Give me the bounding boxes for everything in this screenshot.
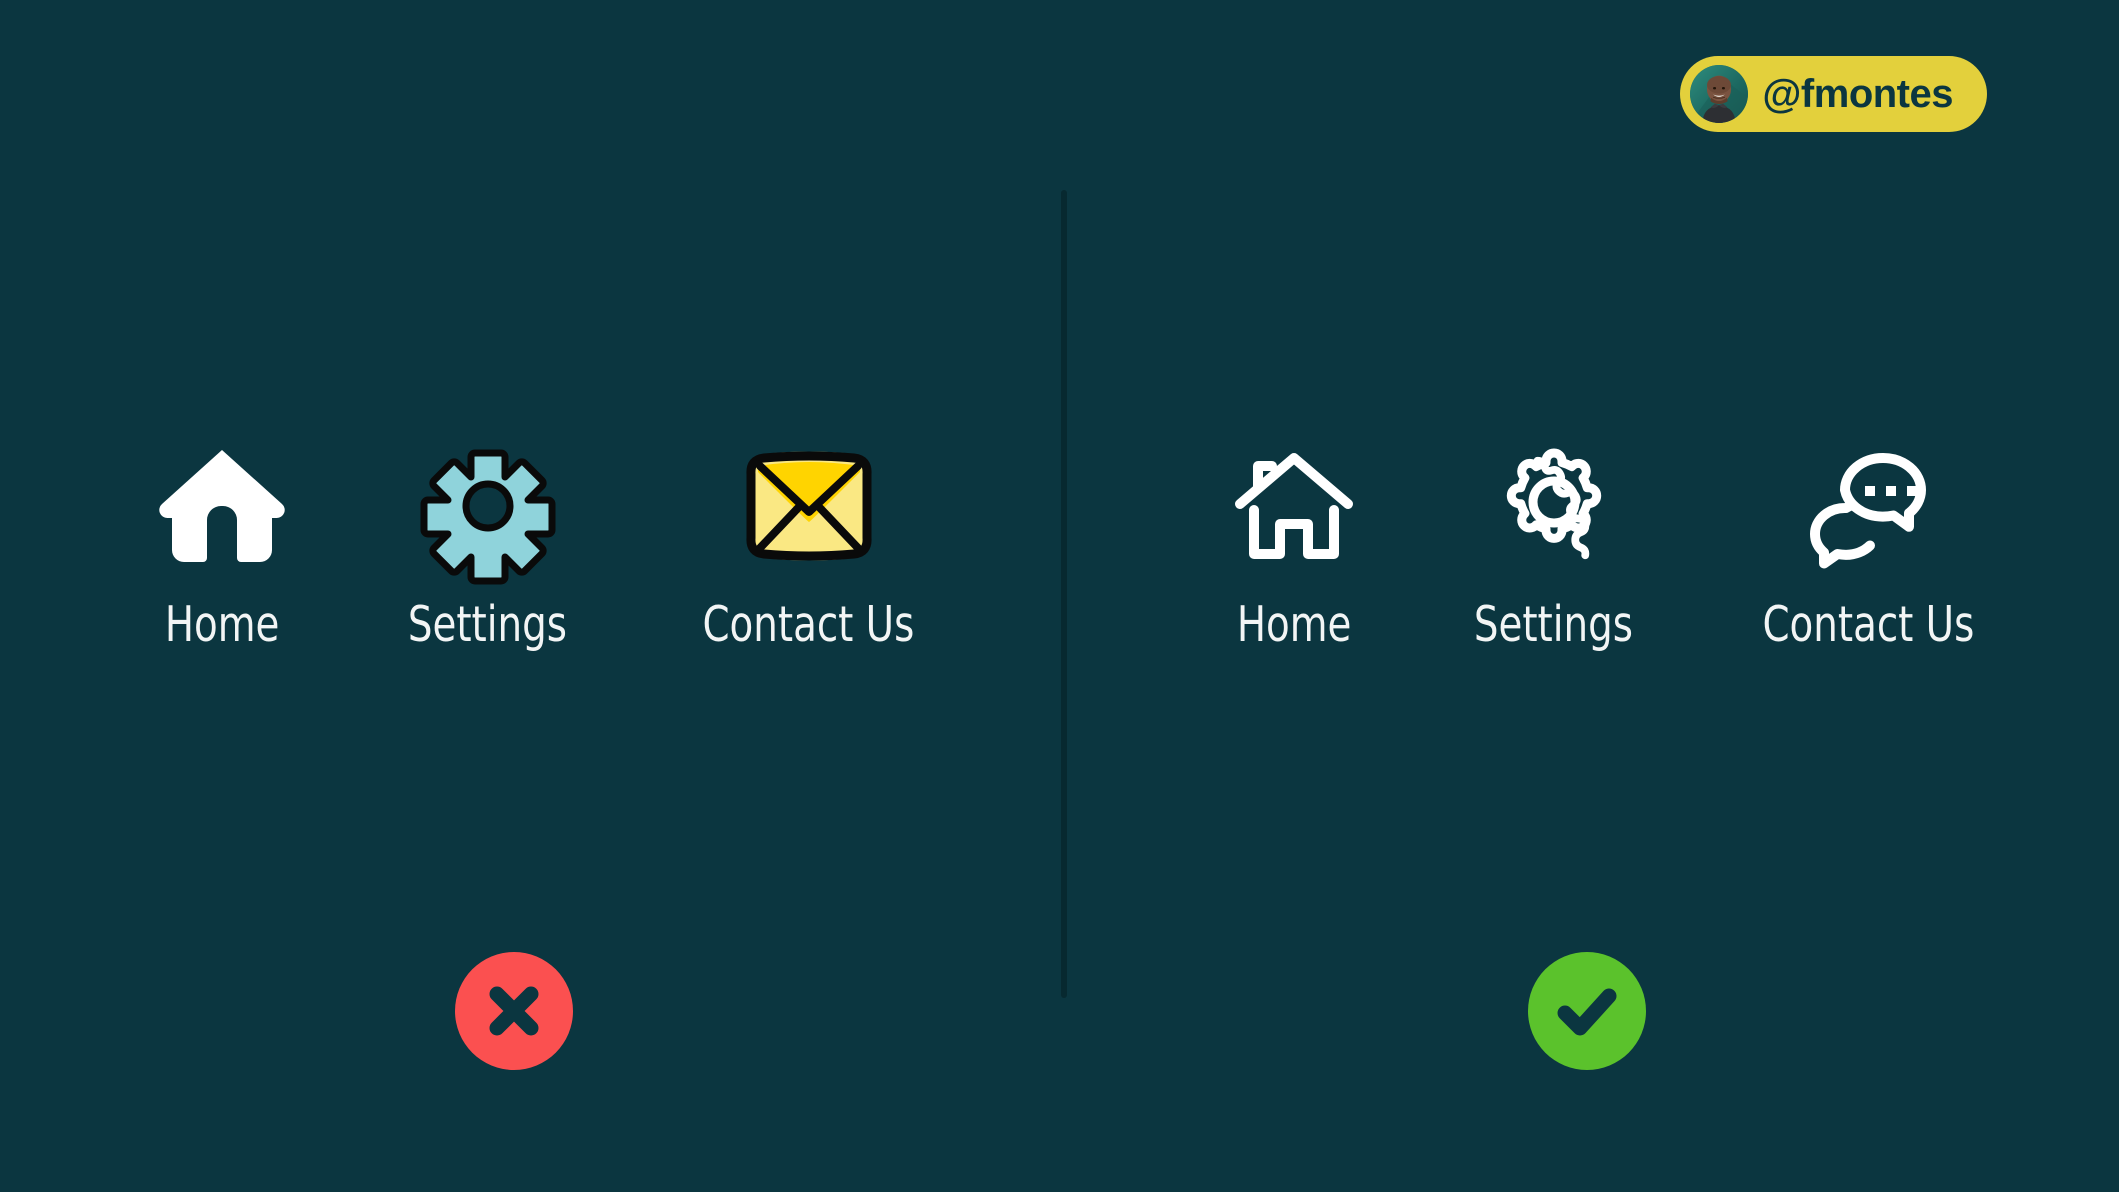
status-badge-correct — [1528, 952, 1646, 1070]
home-filled-icon — [157, 440, 287, 572]
gear-outline-icon — [1495, 440, 1613, 572]
gear-sticker-icon — [420, 440, 556, 585]
home-outline-icon — [1235, 440, 1354, 572]
nav-label-contact-left: Contact Us — [702, 596, 915, 653]
nav-item-contact-left[interactable]: Contact Us — [688, 440, 929, 649]
cross-icon — [489, 986, 539, 1036]
nav-label-home-left: Home — [164, 596, 280, 653]
nav-item-home-right[interactable]: Home — [1229, 440, 1359, 649]
nav-item-settings-left[interactable]: Settings — [397, 440, 578, 649]
panel-consistent-icons: Home Settings Contact Us — [1059, 0, 2119, 1192]
nav-icon-row-right: Home Settings Contact Us — [1059, 440, 2119, 649]
status-badge-incorrect — [455, 952, 573, 1070]
panel-inconsistent-icons: Home Settings Contact Us — [0, 0, 1060, 1192]
check-icon — [1557, 988, 1617, 1036]
nav-icon-row-left: Home Settings Contact Us — [0, 440, 1060, 649]
nav-label-settings-right: Settings — [1474, 596, 1634, 653]
nav-item-settings-right[interactable]: Settings — [1463, 440, 1644, 649]
envelope-sticker-icon — [746, 440, 872, 572]
chat-bubbles-icon — [1805, 440, 1933, 572]
nav-label-home-right: Home — [1236, 596, 1352, 653]
nav-label-settings-left: Settings — [408, 596, 568, 653]
nav-item-contact-right[interactable]: Contact Us — [1748, 440, 1989, 649]
nav-label-contact-right: Contact Us — [1762, 596, 1975, 653]
nav-item-home-left[interactable]: Home — [157, 440, 287, 649]
